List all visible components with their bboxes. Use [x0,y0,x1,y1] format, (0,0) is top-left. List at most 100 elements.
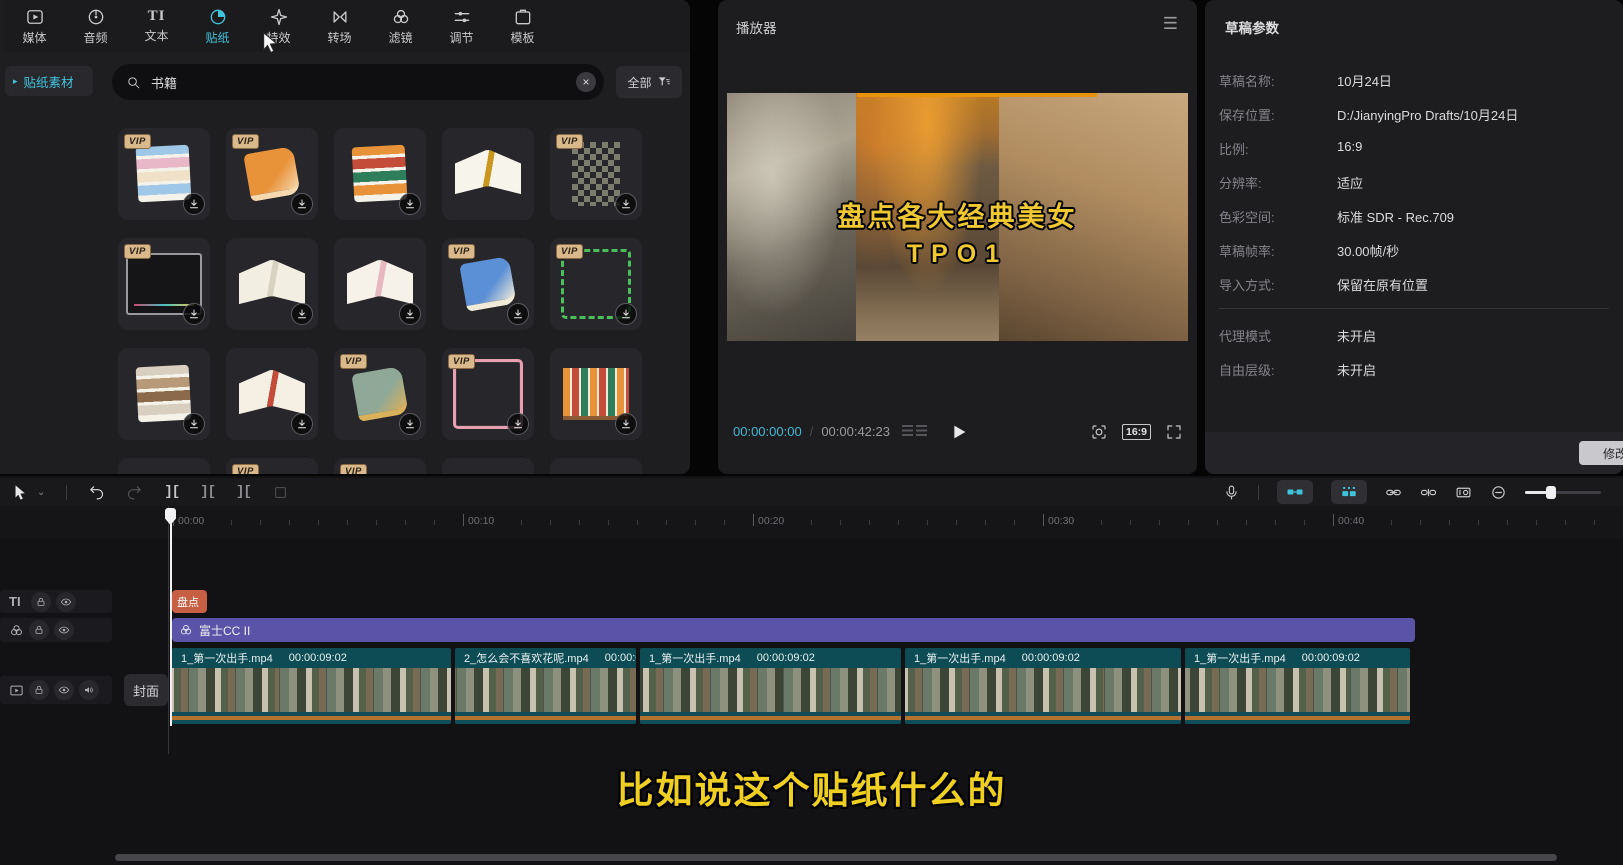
tab-text[interactable]: TI 文本 [126,0,187,52]
video-clip[interactable]: 2_怎么会不喜欢花呢.mp4 00:00:06:1 [455,648,636,724]
download-icon[interactable] [615,193,637,215]
lock-track-button[interactable] [29,620,49,640]
link-clips-icon[interactable] [1385,484,1402,501]
search-input[interactable] [149,73,568,91]
toggle-visibility-button[interactable] [54,680,74,700]
auto-snap-toggle[interactable] [1331,480,1367,504]
download-icon[interactable] [183,303,205,325]
undo-button[interactable] [88,484,105,501]
sticker-blue-notebook[interactable]: VIP [442,238,534,330]
tab-sticker[interactable]: 贴纸 [187,0,248,52]
play-button[interactable] [947,421,969,443]
sticker-partial-2[interactable]: VIP [226,458,318,474]
tab-template[interactable]: 模板 [492,0,553,52]
tab-audio[interactable]: 音频 [65,0,126,52]
chevron-down-icon[interactable]: ⌄ [37,487,45,498]
cover-button[interactable]: 封面 [124,674,168,706]
timeline-zoom-slider[interactable] [1525,485,1601,499]
sticker-books-stack-tall[interactable] [118,348,210,440]
sticker-colorful-books-stack[interactable] [334,128,426,220]
video-track-head [0,676,112,704]
sticker-colorful-doodle-frame[interactable]: VIP [550,238,642,330]
split-left-button[interactable]: ][ [200,484,216,500]
tab-filter[interactable]: 滤镜 [370,0,431,52]
media-icon [25,7,45,27]
video-title-overlay: 盘点各大经典美女 TPO1 [727,195,1188,269]
download-icon[interactable] [291,413,313,435]
download-icon[interactable] [183,193,205,215]
split-right-button[interactable]: ][ [236,484,252,500]
sticker-books-stack-sparkle[interactable]: VIP [118,128,210,220]
sticker-open-book-red[interactable] [226,348,318,440]
video-clip-header: 1_第一次出手.mp4 00:00:09:02 [172,648,451,668]
delete-clip-button[interactable] [272,484,289,501]
download-icon[interactable] [507,303,529,325]
select-cursor-tool[interactable] [12,484,29,501]
search-box[interactable]: × [112,64,604,100]
video-clip[interactable]: 1_第一次出手.mp4 00:00:09:02 [1185,648,1410,724]
sticker-orange-book[interactable]: VIP [226,128,318,220]
filter-clip[interactable]: 富士CC II [172,618,1415,642]
zoom-out-timeline-icon[interactable] [1490,484,1507,501]
redo-button[interactable] [126,484,143,501]
download-icon[interactable] [291,193,313,215]
text-clip[interactable]: 盘点 [172,590,207,613]
tab-adjust[interactable]: 调节 [431,0,492,52]
sticker-pixel-text-characters[interactable]: VIP [550,128,642,220]
download-icon[interactable] [291,303,313,325]
clear-search-icon[interactable]: × [576,72,596,92]
video-top-progress-bar [857,93,1097,97]
video-clip[interactable]: 1_第一次出手.mp4 00:00:09:02 [905,648,1181,724]
sticker-open-book-gold[interactable] [442,128,534,220]
main-track-magnet-toggle[interactable] [1277,480,1313,504]
download-icon[interactable] [615,413,637,435]
horizontal-scrollbar[interactable] [115,854,1557,861]
download-icon[interactable] [399,303,421,325]
sticker-partial-4[interactable] [442,458,534,474]
sticker-magic-book[interactable]: VIP [334,348,426,440]
split-clip-button[interactable]: ][ [164,484,180,500]
preview-focus-icon[interactable] [1090,423,1108,441]
video-clip[interactable]: 1_第一次出手.mp4 00:00:09:02 [172,648,451,724]
aspect-ratio-button[interactable]: 16:9 [1121,424,1151,440]
sticker-partial-5[interactable] [550,458,642,474]
sticker-partial-3[interactable]: VIP [334,458,426,474]
download-icon[interactable] [183,413,205,435]
download-icon[interactable] [507,413,529,435]
ruler-time-label: 00:10 [468,515,495,527]
video-clip[interactable]: 1_第一次出手.mp4 00:00:09:02 [640,648,901,724]
video-preview[interactable]: 盘点各大经典美女 TPO1 [727,93,1188,341]
playhead-line[interactable] [170,508,172,726]
sidebar-item-sticker-material[interactable]: ▸ 贴纸素材 [5,66,93,96]
sticker-open-book-reader[interactable] [334,238,426,330]
audio-icon [86,7,106,27]
lock-track-button[interactable] [31,591,51,612]
lock-track-button[interactable] [29,680,49,700]
toggle-visibility-button[interactable] [56,591,76,612]
modify-button[interactable]: 修改 [1579,441,1623,465]
param-label: 代理模式 [1219,329,1272,344]
record-voiceover-mic-icon[interactable] [1223,484,1240,501]
category-filter-button[interactable]: 全部 [616,66,682,98]
sticker-pink-sparkle-frame[interactable]: VIP [442,348,534,440]
vip-badge: VIP [556,134,583,149]
ruler-minor-tick [956,520,957,525]
sticker-retro-chart-frame[interactable]: VIP [118,238,210,330]
sticker-open-book-white[interactable] [226,238,318,330]
preview-quality-icon[interactable] [902,425,927,438]
preview-axis-icon[interactable] [1455,484,1472,501]
download-icon[interactable] [399,193,421,215]
tab-transition[interactable]: 转场 [309,0,370,52]
tab-media[interactable]: 媒体 [4,0,65,52]
player-menu-icon[interactable]: ☰ [1163,14,1179,34]
download-icon[interactable] [399,413,421,435]
sticker-bookshelf-row[interactable] [550,348,642,440]
mute-track-button[interactable] [79,680,99,700]
time-ruler[interactable]: 00:00 00:10 00:20 00:30 00:40 [0,506,1623,538]
fullscreen-icon[interactable] [1165,423,1183,441]
sticker-partial-1[interactable] [118,458,210,474]
unlink-clips-icon[interactable] [1420,484,1437,501]
download-icon[interactable] [615,303,637,325]
toggle-visibility-button[interactable] [54,620,74,640]
slider-handle[interactable] [1546,485,1556,499]
